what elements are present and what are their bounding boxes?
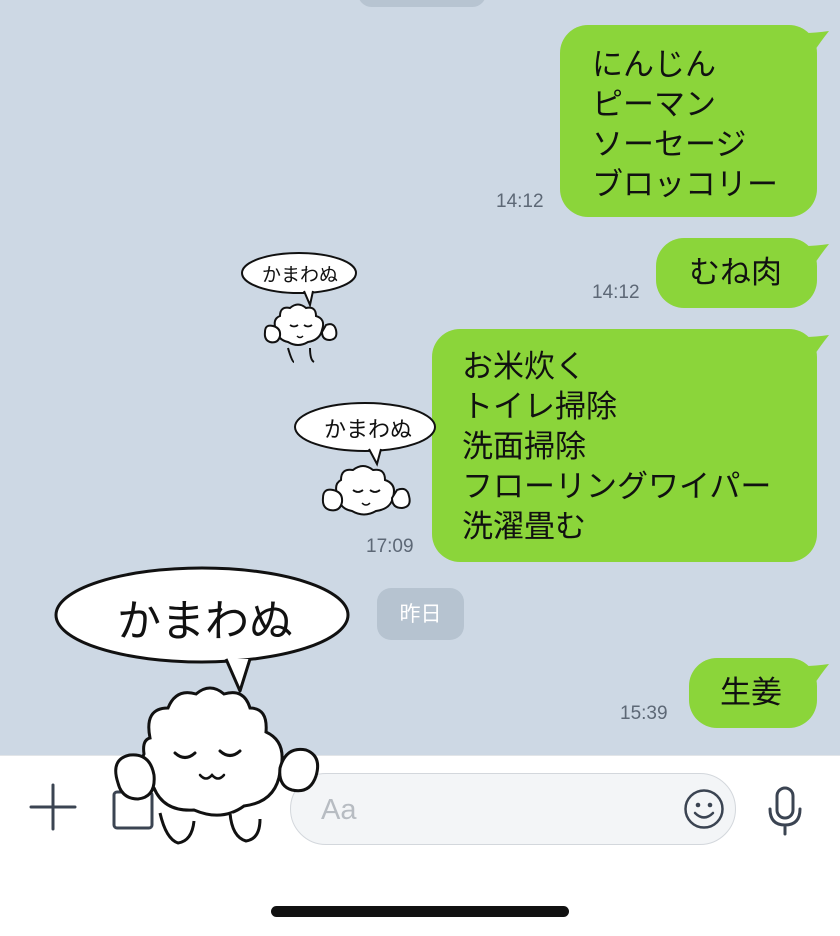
bubble-tail (805, 335, 829, 357)
home-indicator (271, 906, 569, 917)
message-time: 14:12 (496, 191, 544, 212)
message-time: 15:39 (620, 703, 668, 724)
date-separator-partial (358, 0, 486, 7)
sticker-text: かまわぬ (323, 418, 412, 443)
message-text: むね肉 (689, 255, 782, 291)
bubble-tail (805, 31, 829, 53)
date-separator: 昨日 (377, 588, 464, 640)
sent-message-bubble[interactable]: にんじん ピーマン ソーセージ ブロッコリー (560, 25, 829, 217)
message-text: お米炊く トイレ掃除 洗面掃除 フローリングワイパー 洗濯畳む (462, 349, 772, 545)
message-time: 14:12 (592, 282, 640, 303)
microphone-icon[interactable] (765, 785, 805, 837)
sent-message-bubble[interactable]: むね肉 (656, 238, 829, 308)
bubble-tail (805, 244, 829, 266)
bubble-tail (805, 664, 829, 686)
message-text: にんじん ピーマン ソーセージ ブロッコリー (592, 47, 778, 203)
sent-message-bubble[interactable]: お米炊く トイレ掃除 洗面掃除 フローリングワイパー 洗濯畳む (432, 329, 829, 562)
sticker-kamawanu-large[interactable]: かまわぬ (50, 563, 360, 853)
sticker-kamawanu[interactable]: かまわぬ (293, 400, 443, 540)
sent-message-bubble[interactable]: 生姜 (689, 658, 829, 728)
sticker-text: かまわぬ (117, 596, 293, 647)
sticker-text: かまわぬ (261, 264, 338, 286)
sticker-kamawanu[interactable]: かまわぬ (240, 250, 360, 370)
message-text: 生姜 (720, 675, 782, 711)
smiley-icon[interactable] (683, 788, 725, 830)
